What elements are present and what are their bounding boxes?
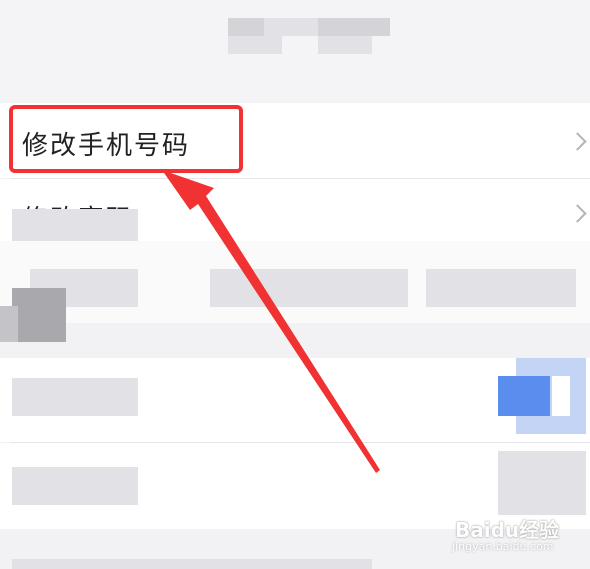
blurred-toggle [498, 451, 586, 515]
blurred-title-block [318, 18, 390, 36]
blurred-title-block [228, 36, 282, 54]
blurred-avatar [0, 306, 18, 342]
highlight-box [9, 105, 243, 173]
blurred-title-block [318, 36, 372, 54]
baidu-watermark: Baidu经验 [455, 518, 560, 542]
section-gap [0, 342, 590, 358]
blurred-block [12, 559, 372, 569]
blurred-toggle [552, 376, 570, 416]
chevron-right-icon [568, 132, 587, 151]
blurred-block [12, 467, 138, 505]
baidu-watermark-url: jingyan.baidu.com [452, 540, 554, 553]
blurred-title-block [228, 18, 264, 36]
blurred-block [12, 378, 138, 416]
blurred-row [0, 358, 590, 442]
blurred-row [0, 241, 590, 323]
blurred-toggle [498, 376, 550, 416]
blurred-overlay [12, 209, 138, 241]
settings-row-change-password[interactable]: 修改密码 [0, 179, 590, 241]
blurred-header [0, 0, 590, 102]
blurred-block [426, 269, 576, 307]
chevron-right-icon [568, 204, 587, 223]
blurred-block [210, 269, 408, 307]
blurred-title-block [264, 18, 318, 36]
blurred-avatar [12, 288, 66, 342]
